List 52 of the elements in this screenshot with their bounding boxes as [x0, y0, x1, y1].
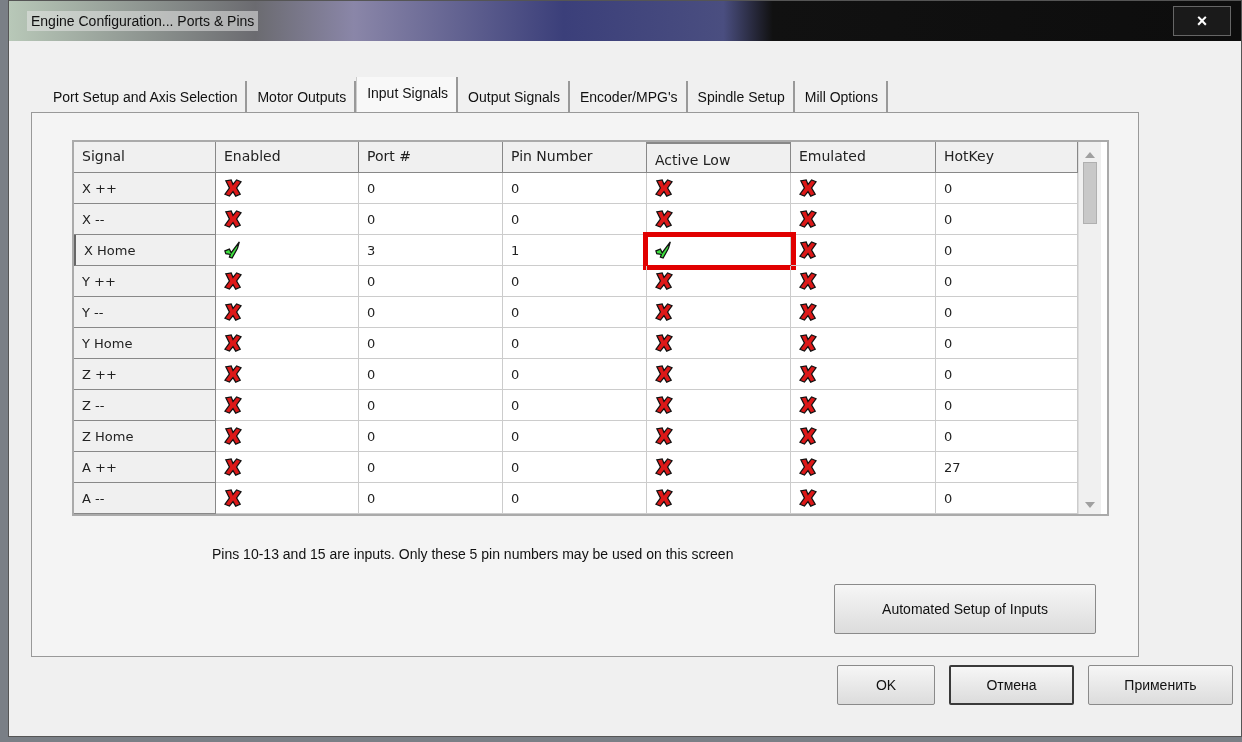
column-header[interactable]: Signal	[74, 142, 216, 173]
scroll-thumb[interactable]	[1083, 162, 1097, 224]
pin-note: Pins 10-13 and 15 are inputs. Only these 5 pin numbers may be used on this screen	[212, 546, 735, 562]
table-cell: 0	[503, 483, 647, 514]
table-cell: 0	[359, 452, 503, 483]
table-cell: 1	[503, 235, 647, 266]
column-header[interactable]: HotKey	[936, 142, 1078, 173]
column-header[interactable]: Enabled	[216, 142, 359, 173]
row-header[interactable]: Z Home	[74, 421, 216, 452]
table-cell: 0	[359, 173, 503, 204]
table-cell: 0	[503, 204, 647, 235]
table-cell: 0	[503, 452, 647, 483]
dialog-button[interactable]: OK	[837, 665, 935, 705]
table-cell: 0	[503, 421, 647, 452]
dialog-button[interactable]: Применить	[1088, 665, 1233, 705]
table-cell: 0	[359, 359, 503, 390]
table-cell: 0	[359, 204, 503, 235]
table-cell: 0	[503, 173, 647, 204]
table-cell: 0	[359, 266, 503, 297]
table-cell: 0	[359, 297, 503, 328]
row-header[interactable]: A ++	[74, 452, 216, 483]
automated-setup-button[interactable]: Automated Setup of Inputs	[834, 584, 1096, 634]
column-header[interactable]: Pin Number	[503, 142, 647, 173]
row-header[interactable]: A --	[74, 483, 216, 514]
table-cell: 0	[503, 297, 647, 328]
window-title: Engine Configuration... Ports & Pins	[27, 11, 259, 31]
column-header[interactable]: Emulated	[791, 142, 936, 173]
table-cell: 0	[503, 328, 647, 359]
row-header[interactable]: X ++	[74, 173, 216, 204]
table-cell: 0	[359, 421, 503, 452]
row-header[interactable]: Z --	[74, 390, 216, 421]
row-header[interactable]: X Home	[74, 235, 216, 266]
table-cell: 3	[359, 235, 503, 266]
scrollbar[interactable]	[1078, 142, 1101, 514]
scroll-up-icon[interactable]	[1085, 152, 1095, 158]
table-cell: 0	[359, 390, 503, 421]
table-cell: 0	[503, 266, 647, 297]
row-header[interactable]: Z ++	[74, 359, 216, 390]
row-header[interactable]: Y ++	[74, 266, 216, 297]
row-header[interactable]: X --	[74, 204, 216, 235]
column-header[interactable]: Port #	[359, 142, 503, 173]
column-header[interactable]: Active Low	[647, 142, 791, 173]
row-header[interactable]: Y Home	[74, 328, 216, 359]
table-cell: 0	[503, 390, 647, 421]
row-header[interactable]: Y --	[74, 297, 216, 328]
scroll-down-icon[interactable]	[1085, 502, 1095, 508]
tab[interactable]: Input Signals	[356, 77, 459, 112]
table-cell: 0	[359, 483, 503, 514]
table-cell: 0	[359, 328, 503, 359]
dialog-button[interactable]: Отмена	[949, 665, 1074, 705]
close-button[interactable]: ×	[1173, 6, 1231, 36]
table-cell: 0	[503, 359, 647, 390]
